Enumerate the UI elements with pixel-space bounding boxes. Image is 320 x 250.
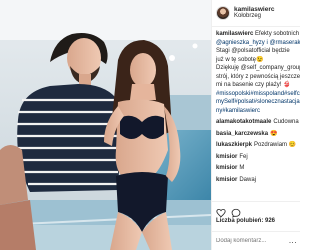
post-header: kamilaswierc Kołobrzeg xyxy=(212,0,300,27)
comment-text: Fej xyxy=(239,153,248,160)
caption-line[interactable]: @agnieszka_hyzy i @rmaserak xyxy=(216,39,300,48)
caption-line: Efekty sobotnich xyxy=(255,31,300,37)
instagram-post: kamilaswierc Kołobrzeg kamilaswierc Efek… xyxy=(0,0,300,250)
comment-item: lukaszkierpk Pozdrawiam 😊 xyxy=(216,141,297,150)
comment-username[interactable]: alamakotakotmaale xyxy=(216,119,271,125)
add-comment-input[interactable] xyxy=(216,238,286,244)
caption-line: mi na basenie czy plaży! 👙 xyxy=(216,82,291,89)
caption-line: Stagi @polsatofficial będzie xyxy=(216,48,290,55)
post-caption: kamilaswierc Efekty sobotnich @agnieszka… xyxy=(216,30,300,116)
avatar[interactable] xyxy=(216,6,230,20)
caption-line: Dziękuję @self_company_group xyxy=(216,65,300,72)
comment-username[interactable]: kmisior xyxy=(216,165,237,171)
likes-count[interactable]: Liczba polubień: 926 xyxy=(216,218,275,224)
caption-line[interactable]: #missopolski#misspoland#selfco xyxy=(216,90,300,99)
comment-text: M xyxy=(239,165,245,172)
comment-username[interactable]: kmisior xyxy=(216,154,237,160)
caption-line[interactable]: mySelf#polsat#slonecznastacja xyxy=(216,98,300,107)
comment-text: 😍 xyxy=(270,130,278,137)
photo-illustration xyxy=(0,0,211,250)
comment-text: Cudowna xyxy=(273,119,299,126)
more-options-icon[interactable]: ... xyxy=(289,237,297,245)
post-location[interactable]: Kołobrzeg xyxy=(234,13,274,20)
caption-username[interactable]: kamilaswierc xyxy=(216,31,253,37)
header-text: kamilaswierc Kołobrzeg xyxy=(234,6,274,20)
author-username[interactable]: kamilaswierc xyxy=(234,6,274,13)
comment-item: alamakotakotmaale Cudowna xyxy=(216,118,299,127)
caption-line: już w tę sobotę😉 xyxy=(216,56,264,63)
comment-item: kmisior Fej xyxy=(216,153,297,162)
comment-item: kmisior Dawaj xyxy=(216,176,297,185)
comments-list[interactable]: kamilaswierc Efekty sobotnich @agnieszka… xyxy=(212,27,300,199)
comment-text: Dawaj xyxy=(239,176,257,183)
comment-username[interactable]: basia_karczewska xyxy=(216,131,268,137)
post-actions xyxy=(212,201,300,218)
comment-text: Pozdrawiam 😊 xyxy=(254,142,297,149)
comment-item: kmisior M xyxy=(216,164,297,173)
comment-item: basia_karczewska 😍 xyxy=(216,130,297,139)
add-comment-bar: ... xyxy=(212,231,300,250)
heart-outline-icon[interactable] xyxy=(216,205,226,217)
post-details-panel: kamilaswierc Kołobrzeg kamilaswierc Efek… xyxy=(211,0,300,250)
post-photo[interactable] xyxy=(0,0,211,250)
author-username-row: kamilaswierc xyxy=(234,6,274,13)
speech-bubble-icon[interactable] xyxy=(231,205,241,218)
caption-line[interactable]: ny#kamilaswierc xyxy=(216,107,297,116)
comment-username[interactable]: lukaszkierpk xyxy=(216,142,252,148)
comment-username[interactable]: kmisior xyxy=(216,177,237,183)
caption-line: strój, który z pewnością jeszcze xyxy=(216,73,300,80)
